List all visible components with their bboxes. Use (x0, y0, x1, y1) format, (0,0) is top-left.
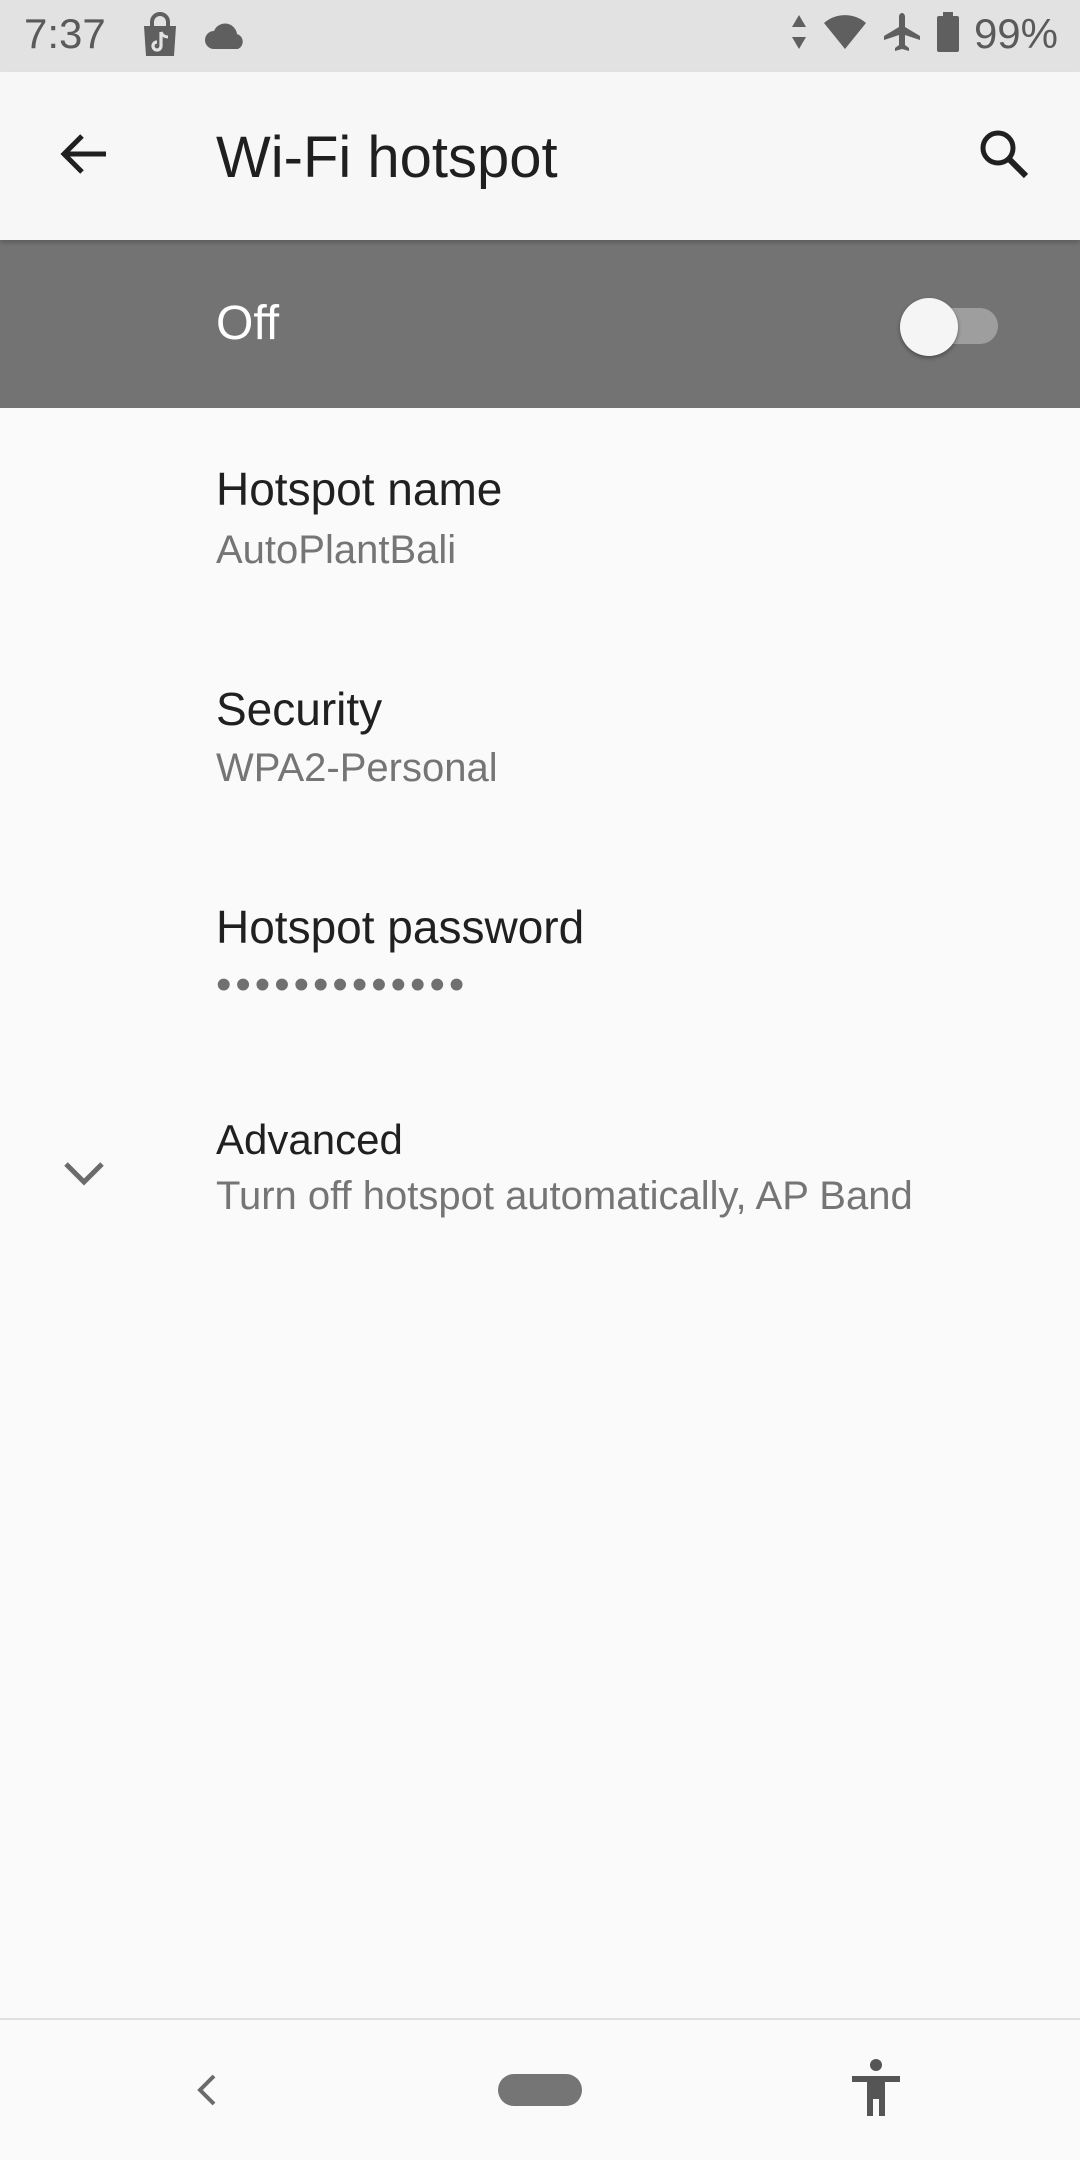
advanced-expandable[interactable]: Advanced Turn off hotspot automatically,… (0, 1076, 1080, 1276)
status-bar: 7:37 99% (0, 0, 1080, 72)
hotspot-password-title: Hotspot password (216, 901, 585, 953)
data-arrows-icon (790, 13, 808, 56)
cloud-icon (204, 21, 248, 56)
tiktok-shop-icon (138, 12, 182, 65)
screen: 7:37 99% Wi-Fi hotspot Off Hotspot name … (0, 0, 1080, 2160)
status-right: 99% (790, 10, 1058, 58)
hotspot-name-value: AutoPlantBali (216, 528, 457, 572)
hotspot-name-preference[interactable]: Hotspot name AutoPlantBali (0, 420, 1080, 620)
airplane-icon (882, 11, 922, 58)
security-preference[interactable]: Security WPA2-Personal (0, 640, 1080, 840)
hotspot-password-value: ••••••••••••• (216, 960, 469, 1009)
search-icon (976, 126, 1032, 187)
hotspot-password-preference[interactable]: Hotspot password ••••••••••••• (0, 858, 1080, 1058)
security-title: Security (216, 683, 383, 735)
master-switch-label: Off (216, 297, 280, 350)
accessibility-button[interactable] (840, 2054, 912, 2126)
battery-percent: 99% (973, 10, 1058, 57)
status-time: 7:37 (24, 10, 106, 57)
chevron-down-icon (56, 1146, 112, 1202)
security-value: WPA2-Personal (216, 746, 498, 790)
accessibility-icon (849, 2058, 903, 2123)
arrow-back-icon (56, 126, 112, 187)
app-bar: Wi-Fi hotspot (0, 72, 1080, 240)
home-pill-icon[interactable] (498, 2074, 582, 2106)
toggle-thumb (900, 298, 958, 356)
page-title: Wi-Fi hotspot (216, 125, 558, 190)
system-navigation-bar (0, 2018, 1080, 2160)
hotspot-master-switch-bar[interactable]: Off (0, 240, 1080, 408)
nav-back-button[interactable] (176, 2060, 240, 2124)
nav-back-icon (188, 2070, 228, 2115)
status-left-icons (138, 12, 248, 65)
battery-icon (936, 11, 960, 58)
advanced-summary: Turn off hotspot automatically, AP Band (216, 1174, 913, 1218)
advanced-title: Advanced (216, 1116, 403, 1163)
wifi-icon (822, 13, 868, 56)
back-button[interactable] (44, 116, 124, 196)
hotspot-toggle[interactable] (900, 298, 1000, 356)
search-button[interactable] (964, 116, 1044, 196)
hotspot-name-title: Hotspot name (216, 463, 503, 515)
